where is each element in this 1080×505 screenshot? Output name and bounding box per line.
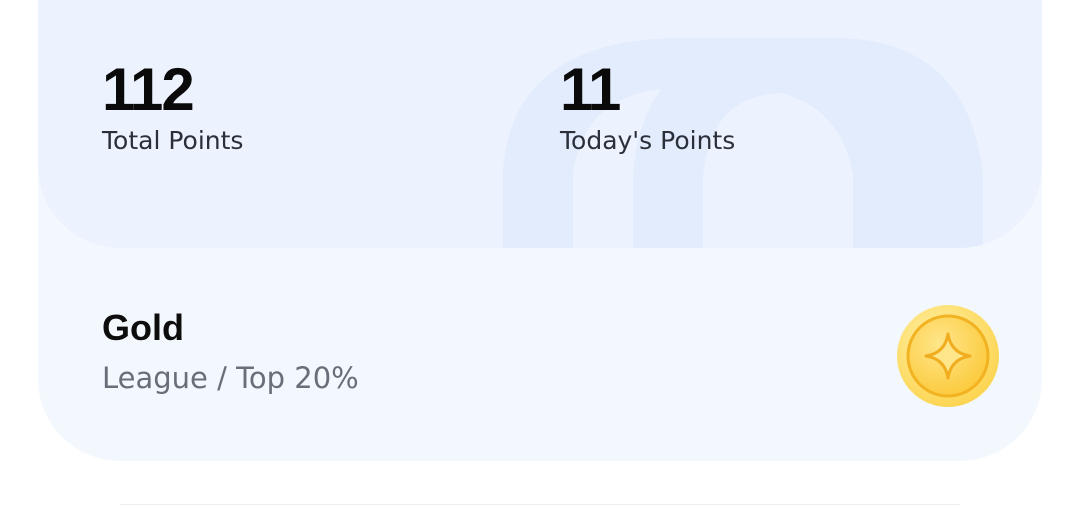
today-points-stat: 11 Today's Points [560, 58, 735, 158]
today-points-value: 11 [560, 56, 621, 123]
today-points-label: Today's Points [560, 126, 736, 155]
league-name: Gold [102, 307, 184, 348]
total-points-label: Total Points [102, 126, 244, 155]
total-points-stat: 112 Total Points [102, 58, 243, 158]
league-info: Gold League / Top 20% [102, 306, 359, 398]
league-rank-text: League / Top 20% [102, 361, 359, 395]
total-points-value: 112 [102, 56, 195, 123]
gold-coin-star-icon[interactable] [896, 304, 1000, 408]
points-stats-panel: 112 Total Points 11 Today's Points [38, 0, 1042, 248]
points-card: 112 Total Points 11 Today's Points Gold … [38, 0, 1042, 461]
